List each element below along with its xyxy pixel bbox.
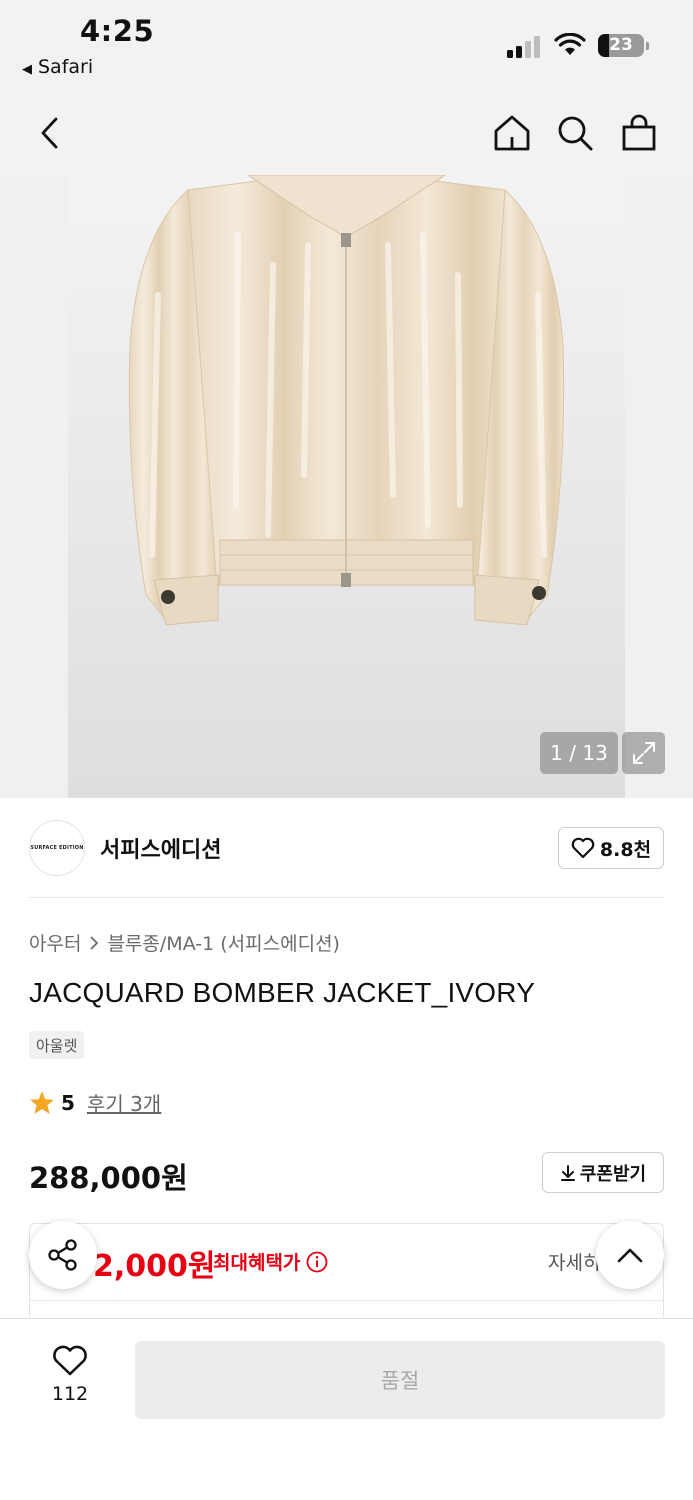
- home-button[interactable]: [490, 111, 534, 155]
- chevron-right-icon: [90, 935, 99, 950]
- cellular-signal-icon: [507, 34, 543, 58]
- benefit-box[interactable]: 2,000원 최대혜택가 자세히: [29, 1223, 664, 1333]
- download-icon: [560, 1164, 575, 1181]
- rating-row: 5 후기 3개: [29, 1088, 161, 1117]
- product-image[interactable]: [68, 175, 625, 798]
- wishlist-count: 112: [51, 1383, 89, 1405]
- breadcrumb-category[interactable]: 아우터: [29, 929, 81, 956]
- breadcrumb-subcategory[interactable]: 블루종/MA-1 (서피스에디션): [107, 929, 340, 956]
- search-icon: [558, 116, 593, 151]
- product-gallery[interactable]: 1 / 13: [0, 175, 693, 798]
- back-button[interactable]: [28, 111, 72, 155]
- max-benefit-label: 최대혜택가: [213, 1248, 328, 1275]
- max-benefit-text: 최대혜택가: [213, 1252, 301, 1274]
- breadcrumb: 아우터 블루종/MA-1 (서피스에디션): [29, 929, 340, 956]
- benefit-divider: [30, 1300, 663, 1301]
- star-icon: [30, 1091, 54, 1114]
- share-button[interactable]: [29, 1221, 97, 1289]
- heart-outline-icon: [53, 1345, 87, 1376]
- status-time: 4:25: [80, 14, 155, 48]
- back-app-label: Safari: [38, 56, 94, 78]
- back-to-safari-link[interactable]: ◀ Safari: [22, 56, 93, 78]
- max-benefit-price: 2,000원: [93, 1249, 216, 1284]
- wishlist-button[interactable]: 112: [40, 1345, 100, 1405]
- brand-name[interactable]: 서피스에디션: [100, 832, 221, 864]
- brand-like-count: 8.8천: [599, 838, 652, 861]
- wifi-icon: [554, 33, 586, 55]
- product-title: JACQUARD BOMBER JACKET_IVORY: [29, 977, 536, 1008]
- rating-score: 5: [61, 1090, 75, 1115]
- brand-logo[interactable]: SURFACE EDITION: [29, 820, 85, 876]
- outlet-tag: 아울렛: [29, 1031, 85, 1059]
- shopping-bag-icon: [622, 114, 656, 151]
- reviews-link[interactable]: 후기 3개: [87, 1088, 161, 1117]
- coupon-button[interactable]: 쿠폰받기: [542, 1152, 664, 1193]
- image-counter: 1 / 13: [540, 732, 618, 774]
- jacket-illustration: [128, 175, 565, 626]
- brand-like-button[interactable]: 8.8천: [558, 827, 664, 869]
- sold-out-button[interactable]: 품절: [135, 1341, 665, 1419]
- scroll-top-button[interactable]: [596, 1221, 664, 1289]
- search-button[interactable]: [553, 111, 597, 155]
- cart-button[interactable]: [617, 111, 661, 155]
- bottom-action-bar: 112 품절: [0, 1318, 693, 1500]
- expand-icon: [632, 742, 655, 764]
- battery-icon: 23: [598, 34, 649, 57]
- divider: [29, 897, 664, 898]
- heart-icon: [571, 837, 595, 859]
- back-triangle-icon: ◀: [22, 62, 32, 77]
- benefit-detail-link[interactable]: 자세히: [548, 1248, 600, 1275]
- status-bar: 4:25 ◀ Safari 23: [0, 0, 693, 95]
- home-icon: [494, 115, 530, 151]
- info-icon[interactable]: [306, 1251, 328, 1273]
- top-nav: [0, 95, 693, 175]
- chevron-up-icon: [617, 1248, 643, 1263]
- product-price: 288,000원: [29, 1161, 188, 1195]
- share-icon: [48, 1239, 77, 1271]
- coupon-label: 쿠폰받기: [579, 1163, 647, 1185]
- battery-level: 23: [609, 35, 633, 55]
- back-chevron-icon: [41, 117, 58, 149]
- expand-button[interactable]: [622, 732, 665, 774]
